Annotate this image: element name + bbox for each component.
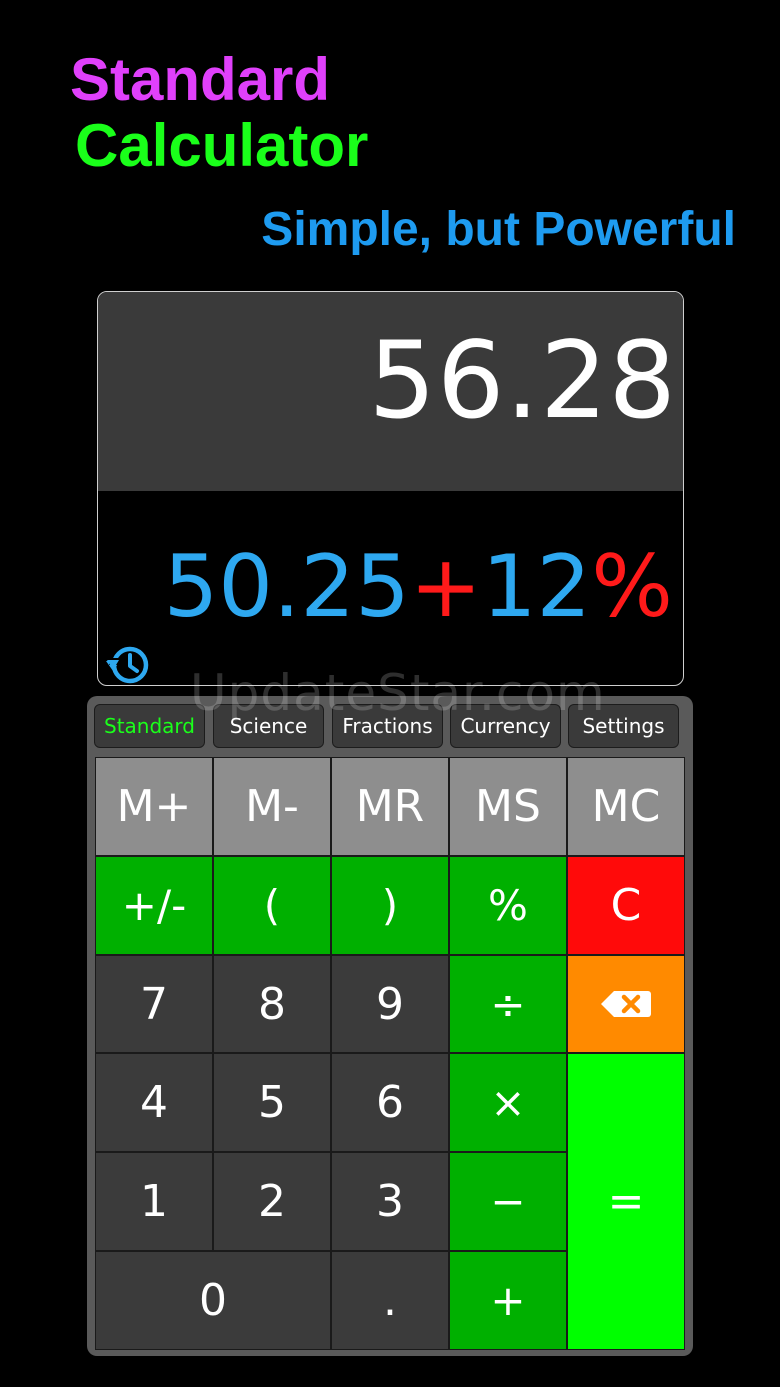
clear-button[interactable]: C (567, 856, 685, 955)
digit-3-button[interactable]: 3 (331, 1152, 449, 1251)
expression-operator: + (409, 537, 482, 637)
digit-9-button[interactable]: 9 (331, 955, 449, 1053)
mc-button[interactable]: MC (567, 757, 685, 856)
keypad-panel: Standard Science Fractions Currency Sett… (87, 696, 693, 1356)
open-paren-button[interactable]: ( (213, 856, 331, 955)
equals-button[interactable]: = (567, 1053, 685, 1350)
result-panel: 56.28 (98, 292, 683, 491)
tab-fractions[interactable]: Fractions (332, 704, 443, 748)
digit-2-button[interactable]: 2 (213, 1152, 331, 1251)
expression-operand-1: 50.25 (163, 537, 410, 637)
digit-1-button[interactable]: 1 (95, 1152, 213, 1251)
promo-title-line1: Standard (70, 46, 331, 113)
mr-button[interactable]: MR (331, 757, 449, 856)
tab-science[interactable]: Science (213, 704, 324, 748)
mode-tab-bar: Standard Science Fractions Currency Sett… (94, 704, 686, 748)
digit-6-button[interactable]: 6 (331, 1053, 449, 1152)
expression-percent-sign: % (591, 537, 673, 637)
calculator-display: 56.28 50.25+12% (97, 291, 684, 686)
multiply-button[interactable]: × (449, 1053, 567, 1152)
tab-currency[interactable]: Currency (450, 704, 561, 748)
digit-4-button[interactable]: 4 (95, 1053, 213, 1152)
percent-button[interactable]: % (449, 856, 567, 955)
m-minus-button[interactable]: M- (213, 757, 331, 856)
tab-settings[interactable]: Settings (568, 704, 679, 748)
promo-title-line2: Calculator (75, 112, 369, 179)
close-paren-button[interactable]: ) (331, 856, 449, 955)
expression-line: 50.25+12% (164, 544, 673, 630)
tab-standard[interactable]: Standard (94, 704, 205, 748)
subtract-button[interactable]: − (449, 1152, 567, 1251)
m-plus-button[interactable]: M+ (95, 757, 213, 856)
expression-operand-2: 12 (481, 537, 592, 637)
add-button[interactable]: + (449, 1251, 567, 1350)
decimal-button[interactable]: . (331, 1251, 449, 1350)
history-button[interactable] (104, 644, 150, 684)
backspace-button[interactable] (567, 955, 685, 1053)
history-clock-icon (106, 646, 149, 684)
backspace-icon (601, 991, 651, 1017)
digit-8-button[interactable]: 8 (213, 955, 331, 1053)
plus-minus-button[interactable]: +/- (95, 856, 213, 955)
ms-button[interactable]: MS (449, 757, 567, 856)
digit-7-button[interactable]: 7 (95, 955, 213, 1053)
digit-0-button[interactable]: 0 (95, 1251, 331, 1350)
divide-button[interactable]: ÷ (449, 955, 567, 1053)
promo-tagline: Simple, but Powerful (261, 203, 736, 256)
digit-5-button[interactable]: 5 (213, 1053, 331, 1152)
result-value: 56.28 (368, 319, 677, 442)
